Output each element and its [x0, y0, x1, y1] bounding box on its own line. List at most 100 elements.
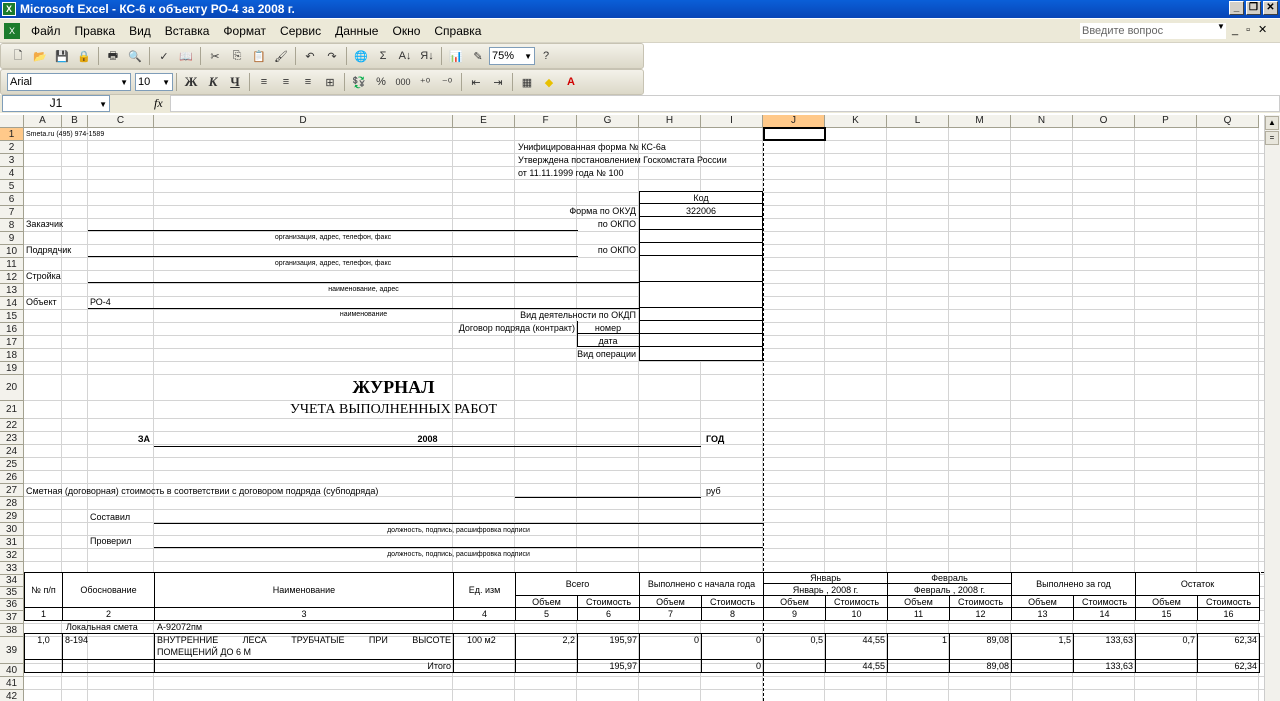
- col-header-a[interactable]: A: [24, 115, 62, 128]
- col-header-f[interactable]: F: [515, 115, 577, 128]
- row-header-19[interactable]: 19: [0, 362, 24, 375]
- help-question-input[interactable]: Введите вопрос: [1080, 23, 1226, 39]
- font-size-select[interactable]: 10 ▼: [135, 73, 173, 91]
- align-right-icon[interactable]: ≡: [297, 72, 319, 92]
- menu-tools[interactable]: Сервис: [273, 24, 328, 38]
- row-header-7[interactable]: 7: [0, 206, 24, 219]
- font-color-icon[interactable]: A: [560, 72, 582, 92]
- row-header-5[interactable]: 5: [0, 180, 24, 193]
- col-header-p[interactable]: P: [1135, 115, 1197, 128]
- borders-icon[interactable]: ▦: [516, 72, 538, 92]
- chevron-down-icon[interactable]: ▼: [120, 75, 128, 91]
- menu-file[interactable]: Файл: [24, 24, 68, 38]
- font-select[interactable]: Arial ▼: [7, 73, 131, 91]
- menu-edit[interactable]: Правка: [68, 24, 123, 38]
- undo-icon[interactable]: ↶: [299, 46, 321, 66]
- thousands-button[interactable]: 000: [392, 72, 414, 92]
- col-header-k[interactable]: K: [825, 115, 887, 128]
- row-header-27[interactable]: 27: [0, 484, 24, 497]
- menu-format[interactable]: Формат: [216, 24, 273, 38]
- menu-data[interactable]: Данные: [328, 24, 385, 38]
- currency-icon[interactable]: 💱: [348, 72, 370, 92]
- row-header-42[interactable]: 42: [0, 690, 24, 701]
- scroll-up-icon[interactable]: ▲: [1265, 116, 1279, 130]
- row-header-4[interactable]: 4: [0, 167, 24, 180]
- cut-icon[interactable]: ✂: [204, 46, 226, 66]
- col-header-e[interactable]: E: [453, 115, 515, 128]
- row-header-34[interactable]: 34: [0, 575, 24, 587]
- row-header-14[interactable]: 14: [0, 297, 24, 310]
- row-header-11[interactable]: 11: [0, 258, 24, 271]
- print-icon[interactable]: 🖶: [102, 46, 124, 66]
- menu-help[interactable]: Справка: [427, 24, 488, 38]
- document-window-buttons[interactable]: _▫✕: [1232, 23, 1275, 36]
- underline-button[interactable]: Ч: [224, 72, 246, 92]
- col-header-b[interactable]: B: [62, 115, 88, 128]
- decrease-decimal-icon[interactable]: ⁻⁰: [436, 72, 458, 92]
- name-box[interactable]: J1 ▼: [2, 95, 110, 112]
- row-header-16[interactable]: 16: [0, 323, 24, 336]
- worksheet-grid[interactable]: ABCDEFGHIJKLMNOPQ 1 2 3 4 5 6 7 8 9 10 11 12 13 14 15 1…: [0, 115, 1280, 701]
- row-header-26[interactable]: 26: [0, 471, 24, 484]
- row-header-22[interactable]: 22: [0, 419, 24, 432]
- paste-icon[interactable]: 📋: [248, 46, 270, 66]
- row-header-13[interactable]: 13: [0, 284, 24, 297]
- chevron-down-icon[interactable]: ▼: [524, 49, 532, 65]
- save-icon[interactable]: 💾: [51, 46, 73, 66]
- row-header-32[interactable]: 32: [0, 549, 24, 562]
- select-all-corner[interactable]: [0, 115, 24, 128]
- row-header-18[interactable]: 18: [0, 349, 24, 362]
- row-header-15[interactable]: 15: [0, 310, 24, 323]
- row-header-12[interactable]: 12: [0, 271, 24, 284]
- minimize-button[interactable]: _: [1229, 1, 1244, 15]
- fill-color-icon[interactable]: ◆: [538, 72, 560, 92]
- help-icon[interactable]: ?: [535, 46, 557, 66]
- row-header-10[interactable]: 10: [0, 245, 24, 258]
- menu-window[interactable]: Окно: [385, 24, 427, 38]
- chart-wizard-icon[interactable]: 📊: [445, 46, 467, 66]
- row-header-37[interactable]: 37: [0, 611, 24, 624]
- row-header-21[interactable]: 21: [0, 401, 24, 419]
- decrease-indent-icon[interactable]: ⇤: [465, 72, 487, 92]
- col-header-h[interactable]: H: [639, 115, 701, 128]
- row-header-29[interactable]: 29: [0, 510, 24, 523]
- bold-button[interactable]: Ж: [180, 72, 202, 92]
- merge-center-icon[interactable]: ⊞: [319, 72, 341, 92]
- col-header-d[interactable]: D: [154, 115, 453, 128]
- row-header-6[interactable]: 6: [0, 193, 24, 206]
- chevron-down-icon[interactable]: ▼: [99, 97, 107, 112]
- fx-icon[interactable]: fx: [154, 96, 163, 111]
- print-preview-icon[interactable]: 🔍: [124, 46, 146, 66]
- align-left-icon[interactable]: ≡: [253, 72, 275, 92]
- row-header-30[interactable]: 30: [0, 523, 24, 536]
- increase-indent-icon[interactable]: ⇥: [487, 72, 509, 92]
- row-header-40[interactable]: 40: [0, 664, 24, 677]
- menu-view[interactable]: Вид: [122, 24, 158, 38]
- row-header-2[interactable]: 2: [0, 141, 24, 154]
- redo-icon[interactable]: ↷: [321, 46, 343, 66]
- col-header-i[interactable]: I: [701, 115, 763, 128]
- row-header-39[interactable]: 39: [0, 637, 24, 664]
- restore-button[interactable]: ❐: [1246, 1, 1261, 15]
- align-center-icon[interactable]: ≡: [275, 72, 297, 92]
- row-header-35[interactable]: 35: [0, 587, 24, 599]
- row-header-20[interactable]: 20: [0, 375, 24, 401]
- row-header-17[interactable]: 17: [0, 336, 24, 349]
- split-box[interactable]: =: [1265, 131, 1279, 145]
- row-header-33[interactable]: 33: [0, 562, 24, 575]
- col-header-l[interactable]: L: [887, 115, 949, 128]
- research-icon[interactable]: 📖: [175, 46, 197, 66]
- italic-button[interactable]: К: [202, 72, 224, 92]
- hyperlink-icon[interactable]: 🌐: [350, 46, 372, 66]
- new-icon[interactable]: 🗋: [7, 46, 29, 66]
- row-header-31[interactable]: 31: [0, 536, 24, 549]
- col-header-n[interactable]: N: [1011, 115, 1073, 128]
- autosum-icon[interactable]: Σ: [372, 46, 394, 66]
- format-painter-icon[interactable]: 🖌: [270, 46, 292, 66]
- chevron-down-icon[interactable]: ▼: [1217, 22, 1225, 31]
- drawing-icon[interactable]: ✎: [467, 46, 489, 66]
- row-header-36[interactable]: 36: [0, 599, 24, 611]
- zoom-select[interactable]: 75% ▼: [489, 47, 535, 65]
- active-cell-j1[interactable]: [763, 127, 826, 141]
- col-header-q[interactable]: Q: [1197, 115, 1259, 128]
